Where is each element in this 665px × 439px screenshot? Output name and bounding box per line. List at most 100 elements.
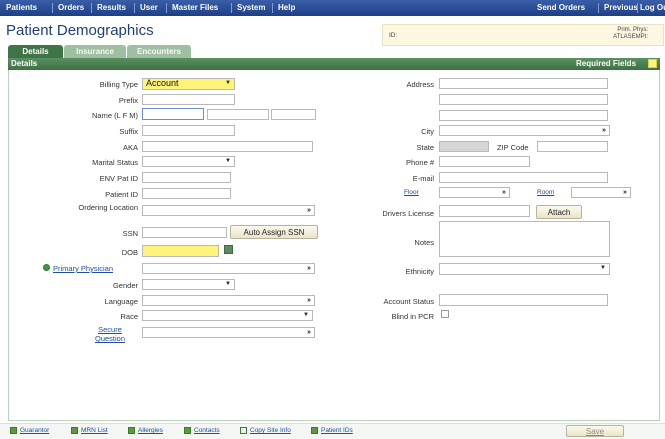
race-label: Race [120, 312, 138, 321]
prefix-input[interactable] [142, 94, 235, 105]
account-status-label: Account Status [383, 297, 434, 306]
id-label: ID: [389, 32, 398, 39]
primary-physician-select[interactable]: » [142, 263, 315, 274]
phone-input[interactable] [439, 156, 530, 167]
menu-separator [166, 3, 167, 13]
menu-help[interactable]: Help [278, 3, 295, 12]
address-line1-input[interactable] [439, 78, 608, 89]
mrn-list-link[interactable]: MRN List [81, 427, 108, 434]
menu-previous[interactable]: Previous [604, 3, 638, 12]
suffix-label: Suffix [119, 127, 138, 136]
suffix-input[interactable] [142, 125, 235, 136]
attach-button[interactable]: Attach [536, 205, 582, 219]
menu-separator [91, 3, 92, 13]
middle-name-input[interactable] [271, 109, 316, 120]
billing-type-value: Account [146, 78, 179, 88]
zip-code-input[interactable] [537, 141, 608, 152]
chevron-down-icon: ▼ [600, 265, 606, 271]
state-input[interactable] [439, 141, 489, 152]
room-select[interactable]: » [571, 187, 631, 198]
race-select[interactable]: ▼ [142, 310, 313, 321]
save-button[interactable]: Save [566, 425, 624, 437]
ethnicity-select[interactable]: ▼ [439, 263, 610, 275]
floor-link[interactable]: Floor [404, 189, 419, 196]
tab-details[interactable]: Details [8, 45, 63, 58]
chevron-down-icon: ▼ [303, 312, 309, 318]
env-pat-id-label: ENV Pat ID [99, 174, 138, 183]
copy-site-info-link[interactable]: Copy Site Info [250, 427, 291, 434]
marital-status-select[interactable]: ▼ [142, 156, 235, 167]
secure-question-link[interactable]: Secure Question [90, 325, 130, 343]
notes-label: Notes [414, 238, 434, 247]
billing-type-label: Billing Type [99, 80, 138, 89]
contacts-link[interactable]: Contacts [194, 427, 220, 434]
env-pat-id-input[interactable] [142, 172, 231, 183]
ssn-label: SSN [122, 229, 138, 238]
mrn-list-icon [71, 427, 78, 434]
patient-ids-icon [311, 427, 318, 434]
account-status-input[interactable] [439, 294, 608, 306]
menu-results[interactable]: Results [97, 3, 126, 12]
menu-separator [598, 3, 599, 13]
primary-physician-link[interactable]: Primary Physician [53, 264, 113, 273]
menu-user[interactable]: User [140, 3, 158, 12]
chevron-double-down-icon: » [307, 265, 311, 272]
address-label: Address [406, 80, 434, 89]
auto-assign-ssn-button[interactable]: Auto Assign SSN [230, 225, 318, 239]
chevron-down-icon: ▼ [225, 80, 231, 86]
page-title: Patient Demographics [6, 22, 154, 39]
blind-in-pcr-checkbox[interactable] [441, 310, 449, 318]
billing-type-select[interactable]: Account ▼ [142, 78, 235, 90]
menu-separator [134, 3, 135, 13]
gender-select[interactable]: ▼ [142, 279, 235, 290]
marital-status-label: Marital Status [92, 158, 138, 167]
menu-separator [231, 3, 232, 13]
copy-site-info-icon [240, 427, 247, 434]
ssn-input[interactable] [142, 227, 227, 238]
floor-select[interactable]: » [439, 187, 510, 198]
menu-separator [52, 3, 53, 13]
details-section-header: Details Required Fields [8, 58, 660, 70]
guarantor-link[interactable]: Guarantor [20, 427, 49, 434]
calendar-icon[interactable] [224, 245, 233, 254]
tab-encounters[interactable]: Encounters [127, 45, 191, 58]
menu-system[interactable]: System [237, 3, 265, 12]
chevron-double-down-icon: » [307, 207, 311, 214]
tab-insurance[interactable]: Insurance [64, 45, 126, 58]
patient-info-box: ID: Prim. Phys: ATLASEMPI: [382, 24, 664, 46]
dob-input[interactable] [142, 245, 219, 257]
notes-textarea[interactable] [439, 221, 610, 257]
patient-ids-link[interactable]: Patient IDs [321, 427, 353, 434]
menu-separator [272, 3, 273, 13]
last-name-input[interactable] [142, 108, 204, 120]
prim-phys-value: ATLASEMPI: [613, 34, 648, 40]
city-label: City [421, 127, 434, 136]
blind-in-pcr-label: Blind in PCR [391, 312, 434, 321]
menu-logout[interactable]: Log Ou [640, 3, 665, 12]
city-select[interactable]: » [439, 125, 610, 136]
patient-id-label: Patient ID [105, 190, 138, 199]
drivers-license-input[interactable] [439, 205, 530, 217]
menu-patients[interactable]: Patients [6, 3, 37, 12]
allergies-link[interactable]: Allergies [138, 427, 163, 434]
address-line2-input[interactable] [439, 94, 608, 105]
secure-question-select[interactable]: » [142, 327, 315, 338]
guarantor-icon [10, 427, 17, 434]
add-physician-icon[interactable] [43, 264, 50, 271]
first-name-input[interactable] [207, 109, 269, 120]
patient-id-input[interactable] [142, 188, 231, 199]
room-link[interactable]: Room [537, 189, 554, 196]
chevron-down-icon: ▼ [225, 281, 231, 287]
menu-orders[interactable]: Orders [58, 3, 84, 12]
state-label: State [416, 143, 434, 152]
email-input[interactable] [439, 172, 608, 183]
aka-input[interactable] [142, 141, 313, 152]
address-line3-input[interactable] [439, 110, 608, 121]
chevron-double-down-icon: » [623, 189, 627, 196]
language-select[interactable]: » [142, 295, 315, 306]
dob-label: DOB [121, 248, 138, 257]
section-title: Details [11, 59, 38, 68]
menu-master-files[interactable]: Master Files [172, 3, 218, 12]
menu-send-orders[interactable]: Send Orders [537, 3, 585, 12]
ordering-location-select[interactable]: » [142, 205, 315, 216]
